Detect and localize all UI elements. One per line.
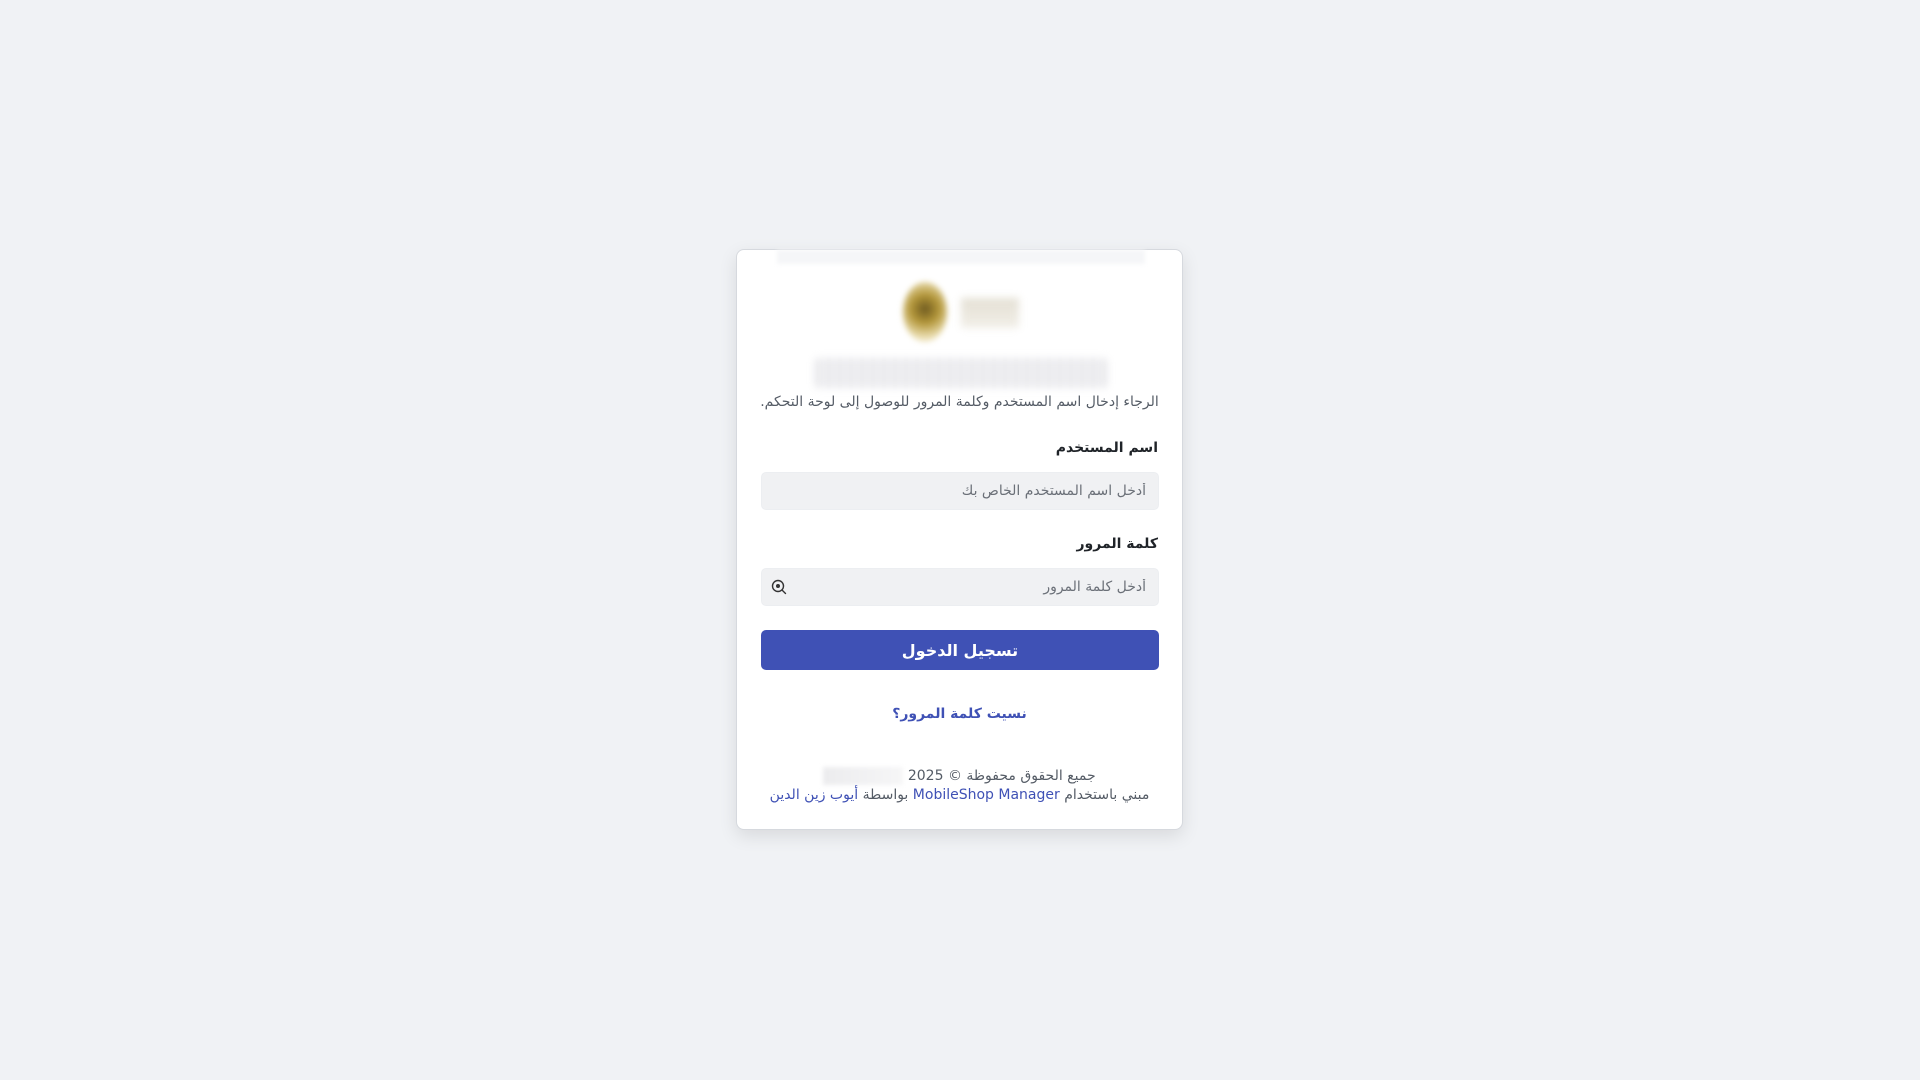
logo-wordmark — [961, 298, 1019, 328]
eye-icon-graphic — [771, 579, 787, 595]
footer-redacted-name — [823, 767, 904, 785]
forgot-password-link[interactable]: نسيت كلمة المرور؟ — [737, 706, 1182, 722]
footer-credits: مبني باستخدام MobileShop Manager بواسطة … — [737, 787, 1182, 803]
eye-icon[interactable] — [771, 579, 787, 595]
footer-by-text: بواسطة — [862, 787, 909, 803]
login-button[interactable]: تسجيل الدخول — [761, 630, 1159, 670]
logo — [899, 282, 1019, 346]
username-input[interactable] — [761, 472, 1159, 510]
password-input[interactable] — [761, 568, 1159, 606]
footer-copyright: جميع الحقوق محفوظة © 2025 — [737, 767, 1182, 785]
password-label: كلمة المرور — [1076, 536, 1158, 552]
footer-rights-text: جميع الحقوق محفوظة © 2025 — [907, 768, 1096, 784]
login-card: الرجاء إدخال اسم المستخدم وكلمة المرور ل… — [736, 249, 1183, 830]
login-subtitle: الرجاء إدخال اسم المستخدم وكلمة المرور ل… — [760, 394, 1159, 410]
logo-emblem — [903, 282, 947, 342]
page-title-redacted — [815, 358, 1107, 388]
blurred-header-strip — [777, 250, 1145, 264]
username-label: اسم المستخدم — [1055, 440, 1158, 456]
footer-built-with-text: مبني باستخدام — [1064, 787, 1150, 803]
product-link[interactable]: MobileShop Manager — [913, 787, 1060, 803]
author-link[interactable]: أيوب زين الدين — [770, 787, 858, 803]
